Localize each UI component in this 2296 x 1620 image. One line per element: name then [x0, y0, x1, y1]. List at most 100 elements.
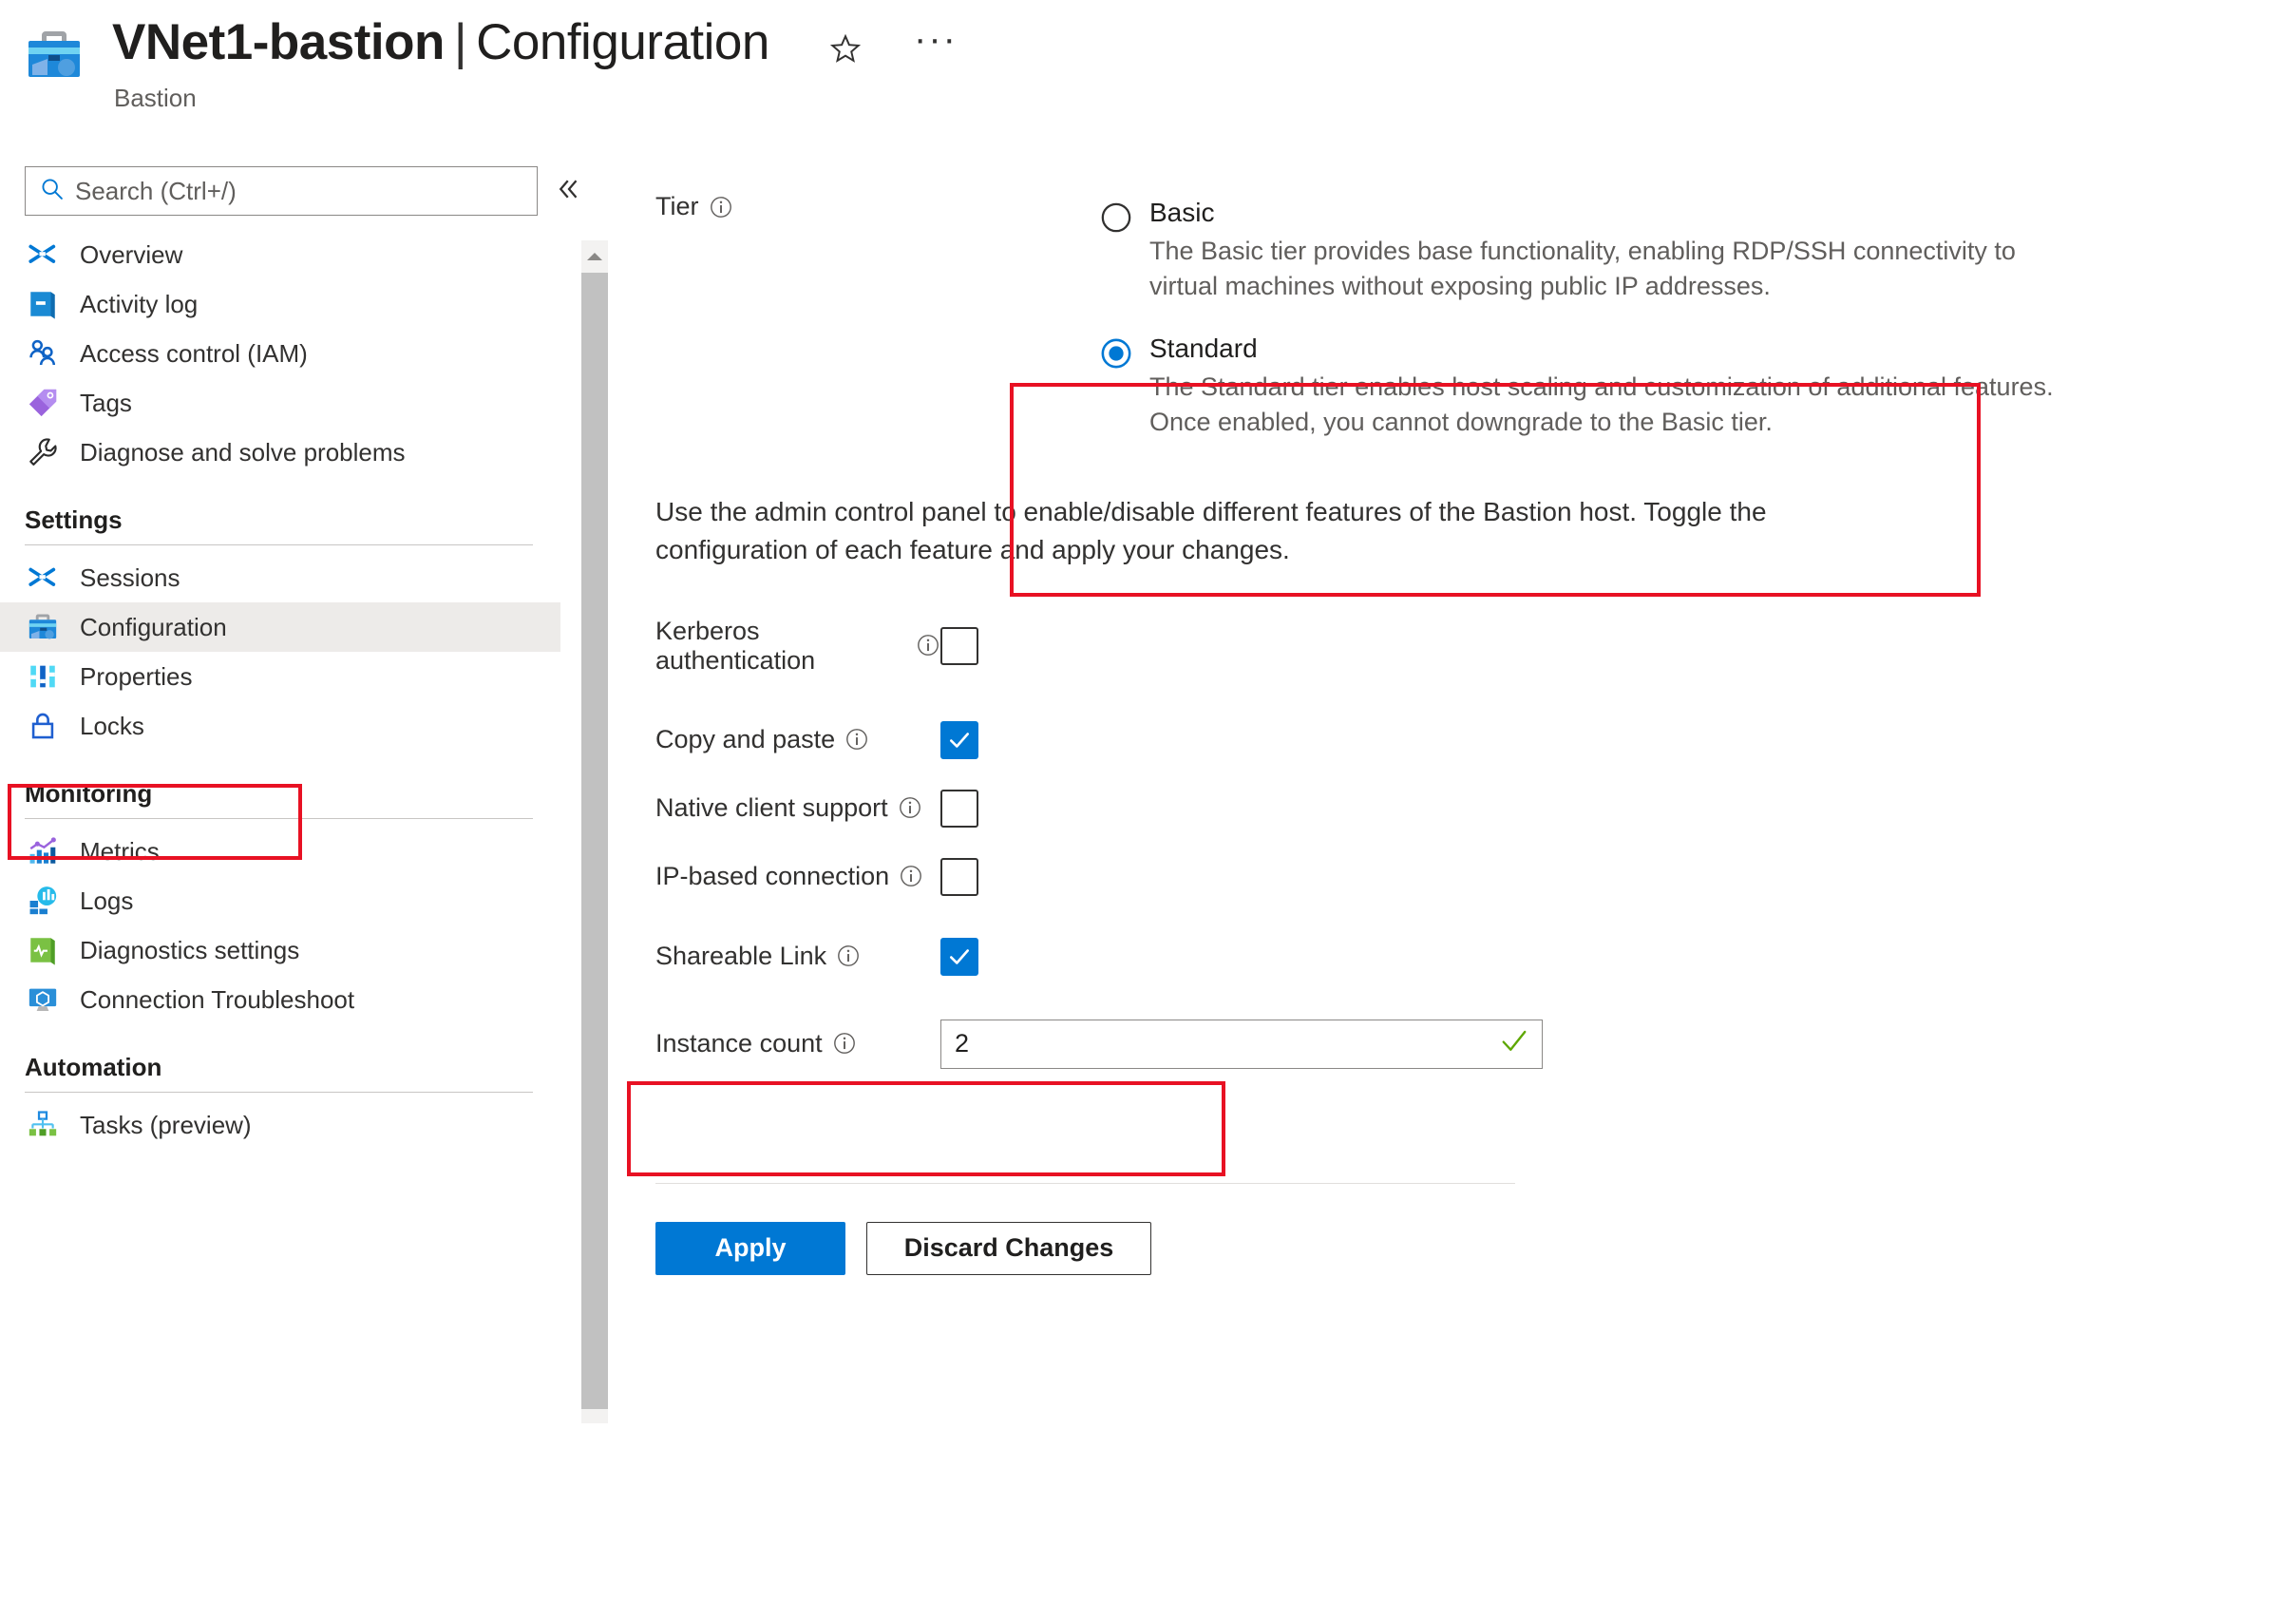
info-icon[interactable] — [898, 795, 922, 827]
configuration-icon — [25, 609, 61, 645]
sidebar-group-title: Monitoring — [25, 779, 153, 808]
search-box[interactable] — [25, 166, 538, 216]
tier-option-standard[interactable]: Standard The Standard tier enables host … — [1064, 326, 2080, 441]
native-client-support-checkbox[interactable] — [940, 789, 978, 828]
ellipsis-icon[interactable]: ··· — [914, 20, 958, 58]
content-scrollbar-thumb[interactable] — [581, 273, 608, 1409]
sidebar-item-access-control[interactable]: Access control (IAM) — [0, 329, 560, 378]
feature-label-text: Shareable Link — [655, 942, 827, 971]
discard-changes-button[interactable]: Discard Changes — [866, 1221, 1151, 1275]
sidebar-group-automation: Automation — [0, 1053, 560, 1082]
sidebar-item-connection-troubleshoot[interactable]: Connection Troubleshoot — [0, 975, 560, 1024]
info-icon[interactable] — [709, 195, 733, 226]
ip-based-connection-checkbox[interactable] — [940, 857, 978, 896]
sidebar-group-title: Settings — [25, 505, 123, 534]
wrench-icon — [25, 434, 61, 470]
sidebar-item-configuration[interactable]: Configuration — [0, 602, 560, 652]
page-header: VNet1-bastion | Configuration ··· Bastion — [0, 0, 2296, 147]
shareable-link-checkbox[interactable] — [940, 937, 978, 976]
scroll-up-arrow-icon[interactable] — [581, 240, 608, 273]
metrics-icon — [25, 833, 61, 869]
sidebar-item-label: Activity log — [80, 289, 199, 318]
properties-icon — [25, 658, 61, 695]
search-icon — [39, 176, 66, 207]
tasks-icon — [25, 1107, 61, 1143]
resource-type-subtitle: Bastion — [114, 84, 197, 112]
sessions-icon — [25, 560, 61, 596]
sidebar-group-settings: Settings — [0, 505, 560, 535]
sidebar-item-logs[interactable]: Logs — [0, 876, 560, 925]
sidebar-item-tags[interactable]: Tags — [0, 378, 560, 428]
diagnostics-settings-icon — [25, 932, 61, 968]
feature-row-ip-based-connection: IP-based connection — [655, 857, 2175, 896]
divider — [25, 1092, 533, 1093]
sidebar-item-diagnose-and-solve-problems[interactable]: Diagnose and solve problems — [0, 428, 560, 477]
tier-label-group: Tier — [655, 190, 1064, 440]
feature-label: Native client support — [655, 792, 940, 824]
green-check-icon — [1500, 1027, 1528, 1060]
feature-label: IP-based connection — [655, 861, 940, 892]
activity-log-icon — [25, 286, 61, 322]
tier-option-title: Standard — [1149, 333, 1258, 363]
feature-row-kerberos-authentication: Kerberos authentication — [655, 617, 2175, 676]
sidebar-item-label: Tasks (preview) — [80, 1110, 252, 1139]
tier-option-description: The Basic tier provides base functionali… — [1149, 237, 2016, 301]
info-icon[interactable] — [916, 633, 940, 664]
sidebar-item-label: Connection Troubleshoot — [80, 984, 355, 1014]
double-chevron-left-icon[interactable] — [555, 175, 583, 208]
sidebar-item-properties[interactable]: Properties — [0, 652, 560, 701]
instance-count-field[interactable] — [940, 1019, 1543, 1069]
feature-label-text: IP-based connection — [655, 862, 890, 891]
sidebar-item-locks[interactable]: Locks — [0, 701, 560, 751]
feature-label-text: Native client support — [655, 793, 888, 823]
copy-and-paste-checkbox[interactable] — [940, 720, 978, 759]
instance-count-row: Instance count — [655, 1019, 2175, 1069]
sidebar-item-metrics[interactable]: Metrics — [0, 827, 560, 876]
sidebar-item-sessions[interactable]: Sessions — [0, 553, 560, 602]
feature-row-copy-and-paste: Copy and paste — [655, 720, 2175, 759]
sidebar-item-label: Logs — [80, 886, 134, 915]
instance-count-label: Instance count — [655, 1029, 823, 1058]
tags-icon — [25, 385, 61, 421]
action-buttons: Apply Discard Changes — [655, 1221, 2175, 1275]
kerberos-authentication-checkbox[interactable] — [940, 626, 978, 665]
search-input[interactable] — [75, 176, 493, 206]
sidebar: Overview Activity log Acc — [0, 152, 578, 1620]
sidebar-item-label: Access control (IAM) — [80, 338, 308, 368]
feature-label-text: Copy and paste — [655, 725, 836, 754]
sidebar-item-diagnostics-settings[interactable]: Diagnostics settings — [0, 925, 560, 975]
tier-option-title: Basic — [1149, 198, 1215, 227]
info-icon[interactable] — [836, 943, 861, 975]
radio-unselected-icon[interactable] — [1100, 201, 1132, 305]
sidebar-item-label: Properties — [80, 661, 193, 691]
access-control-icon — [25, 335, 61, 372]
tier-option-basic[interactable]: Basic The Basic tier provides base funct… — [1064, 190, 2080, 305]
sidebar-item-label: Tags — [80, 388, 132, 417]
sidebar-item-label: Sessions — [80, 562, 180, 592]
logs-icon — [25, 883, 61, 919]
tier-section: Tier Basic The Basic tier provides base … — [655, 190, 2175, 440]
sidebar-item-label: Metrics — [80, 836, 160, 866]
sidebar-item-label: Configuration — [80, 612, 227, 641]
info-icon[interactable] — [844, 727, 869, 758]
feature-label-text: Kerberos authentication — [655, 616, 816, 675]
sidebar-item-tasks-preview[interactable]: Tasks (preview) — [0, 1100, 560, 1150]
star-icon[interactable] — [828, 32, 863, 67]
sidebar-item-label: Diagnose and solve problems — [80, 437, 406, 467]
feature-row-shareable-link: Shareable Link — [655, 937, 2175, 976]
info-icon[interactable] — [832, 1031, 857, 1062]
apply-button[interactable]: Apply — [655, 1221, 845, 1275]
sidebar-nav: Overview Activity log Access control (IA… — [0, 230, 560, 1150]
admin-panel-intro-text: Use the admin control panel to enable/di… — [655, 497, 1767, 565]
instance-count-input[interactable] — [955, 1029, 1500, 1059]
sidebar-item-activity-log[interactable]: Activity log — [0, 279, 560, 329]
overview-icon — [25, 237, 61, 273]
info-icon[interactable] — [899, 864, 923, 895]
radio-selected-icon[interactable] — [1100, 337, 1132, 441]
bastion-icon — [25, 27, 84, 82]
sidebar-group-title: Automation — [25, 1053, 162, 1081]
sidebar-item-overview[interactable]: Overview — [0, 230, 560, 279]
divider — [25, 818, 533, 819]
lock-icon — [25, 708, 61, 744]
instance-count-label-group: Instance count — [655, 1028, 940, 1059]
